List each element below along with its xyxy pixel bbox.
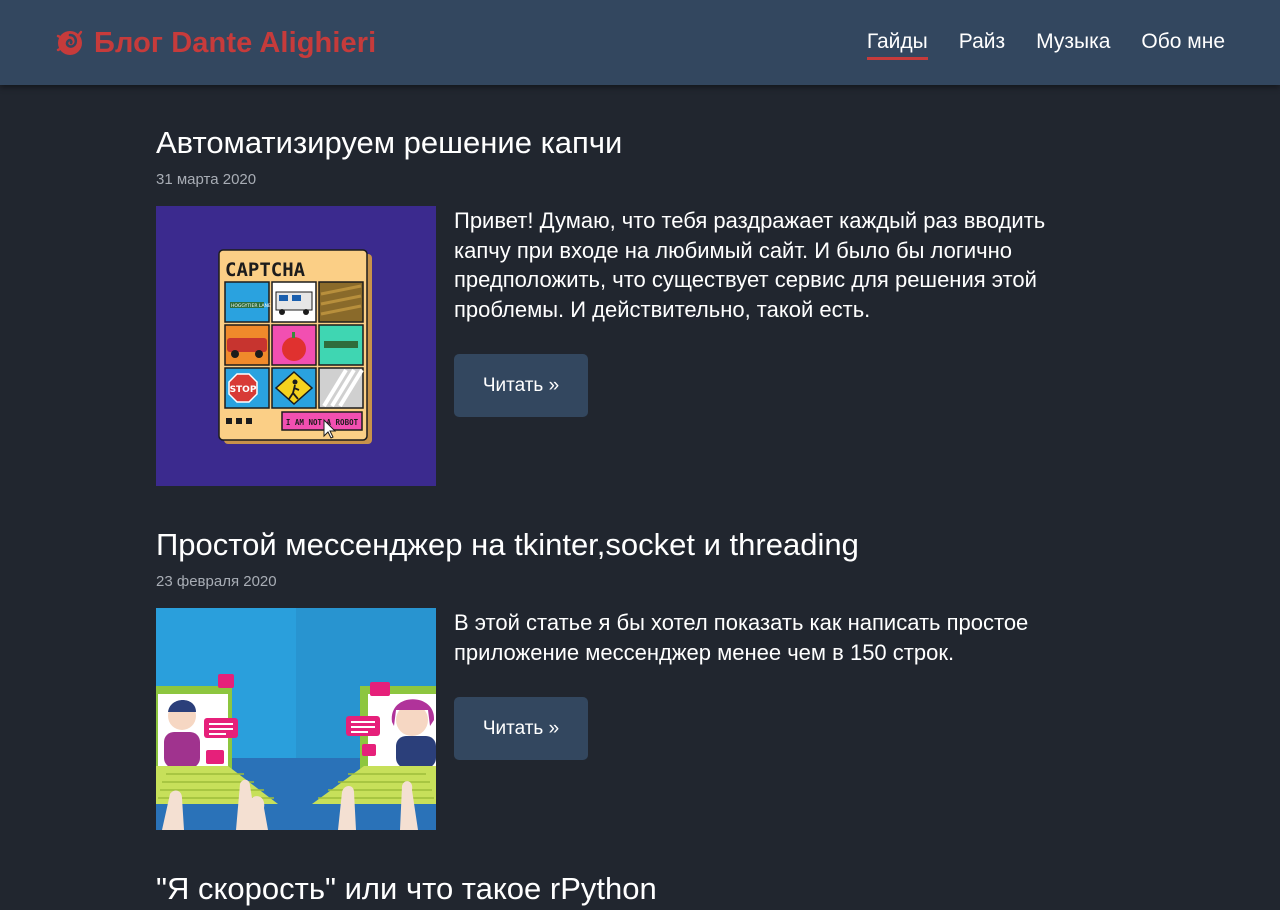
nav-item-about[interactable]: Обо мне: [1141, 28, 1225, 60]
post-card: "Я скорость" или что такое rPython: [156, 869, 1056, 909]
read-more-button[interactable]: Читать »: [454, 697, 588, 760]
nav-item-raise[interactable]: Райз: [959, 28, 1005, 60]
site-title: Блог Dante Alighieri: [94, 26, 377, 59]
post-excerpt: Привет! Думаю, что тебя раздражает кажды…: [454, 208, 1046, 322]
post-title[interactable]: Автоматизируем решение капчи: [156, 123, 1056, 163]
post-card: Автоматизируем решение капчи 31 марта 20…: [156, 123, 1056, 486]
messenger-thumbnail[interactable]: [156, 608, 436, 830]
captcha-heading: CAPTCHA: [225, 259, 306, 281]
read-more-button[interactable]: Читать »: [454, 354, 588, 417]
post-content: Привет! Думаю, что тебя раздражает кажды…: [454, 206, 1054, 486]
post-title[interactable]: Простой мессенджер на tkinter,socket и t…: [156, 525, 1056, 565]
post-date: 23 февраля 2020: [156, 573, 277, 590]
post-content: В этой статье я бы хотел показать как на…: [454, 608, 1054, 830]
nav-item-music[interactable]: Музыка: [1036, 28, 1110, 60]
site-logo-link[interactable]: Блог Dante Alighieri: [55, 24, 376, 62]
post-date: 31 марта 2020: [156, 171, 257, 188]
captcha-thumbnail[interactable]: CAPTCHA HOGGYTIER LANE STOP I AM NOT A R…: [156, 206, 436, 486]
post-excerpt: В этой статье я бы хотел показать как на…: [454, 610, 1029, 665]
nav-item-guides[interactable]: Гайды: [866, 28, 928, 60]
spiral-logo-icon: [55, 28, 85, 58]
street-sign-text: HOGGYTIER LANE: [231, 303, 271, 309]
main-nav: Гайды Райз Музыка Обо мне: [836, 28, 1225, 60]
site-header: Блог Dante Alighieri Гайды Райз Музыка О…: [0, 0, 1280, 85]
post-body: В этой статье я бы хотел показать как на…: [156, 608, 1056, 830]
post-card: Простой мессенджер на tkinter,socket и t…: [156, 525, 1056, 830]
post-body: CAPTCHA HOGGYTIER LANE STOP I AM NOT A R…: [156, 206, 1056, 486]
stop-sign-text: STOP: [230, 385, 257, 395]
not-robot-text: I AM NOT A ROBOT: [286, 418, 359, 427]
post-title[interactable]: "Я скорость" или что такое rPython: [156, 869, 1056, 909]
